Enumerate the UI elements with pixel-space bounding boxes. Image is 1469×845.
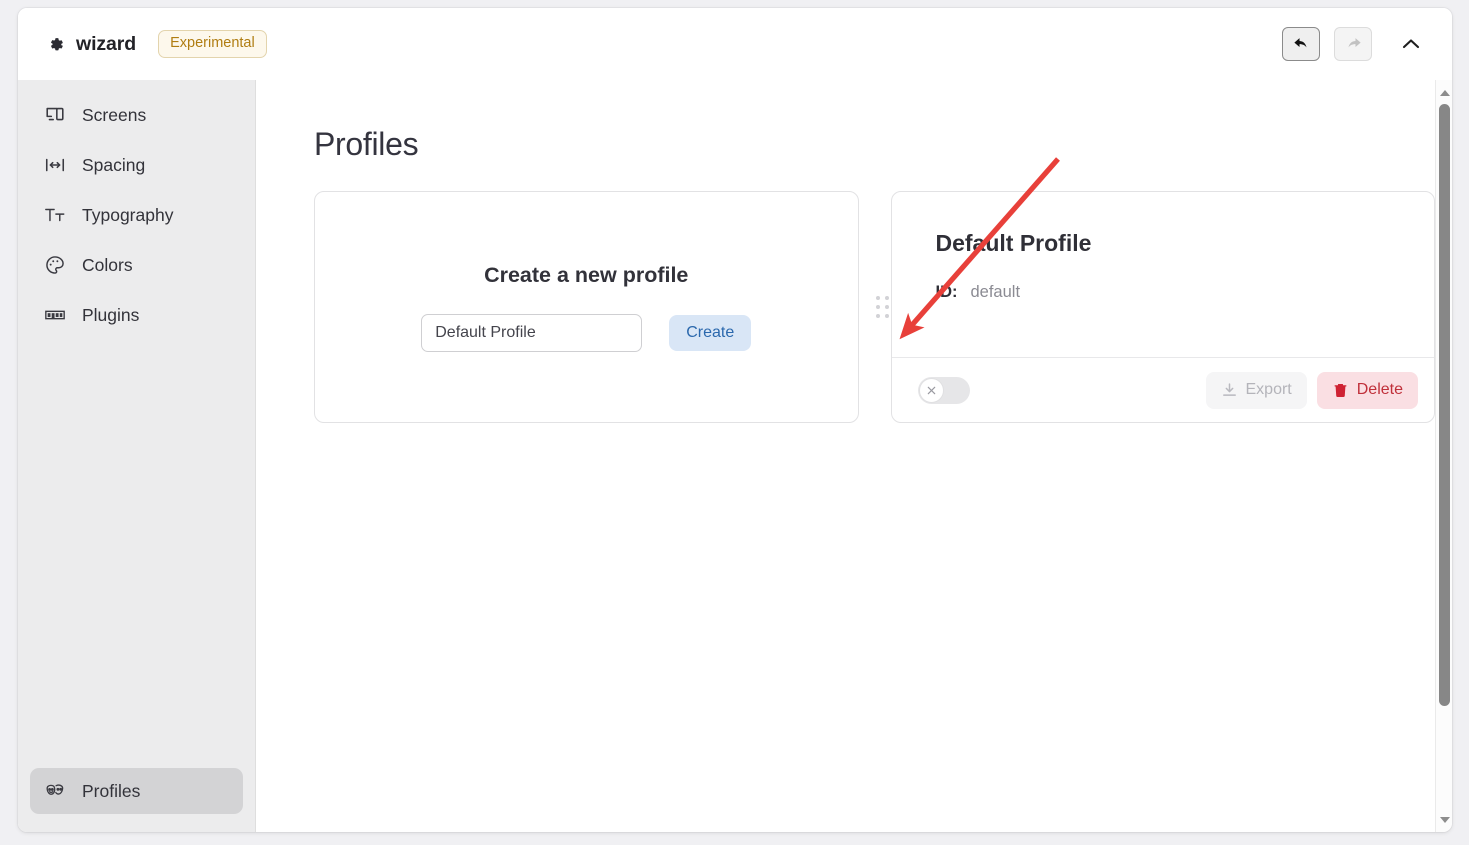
sidebar-item-label: Plugins xyxy=(82,304,140,325)
sidebar-item-spacing[interactable]: Spacing xyxy=(30,142,243,188)
profile-name-input[interactable] xyxy=(421,313,643,352)
redo-arrow-icon xyxy=(1344,35,1363,54)
status-badge: Experimental xyxy=(158,30,267,58)
create-profile-row: Create xyxy=(421,313,752,352)
sidebar-item-label: Profiles xyxy=(82,780,141,801)
export-button[interactable]: Export xyxy=(1205,371,1307,409)
sidebar-item-plugins[interactable]: Plugins xyxy=(30,292,243,338)
delete-label: Delete xyxy=(1356,381,1403,398)
export-label: Export xyxy=(1245,381,1292,398)
app-body: Screens Spacing Typography Colors Plugin… xyxy=(18,80,1452,832)
sidebar-item-label: Spacing xyxy=(82,154,146,175)
undo-arrow-icon xyxy=(1292,35,1311,54)
gear-icon xyxy=(46,35,65,54)
scroll-down-arrow-icon[interactable] xyxy=(1436,811,1452,828)
vertical-scrollbar[interactable] xyxy=(1435,80,1452,832)
app-window: wizard Experimental Screens Spacing Typo… xyxy=(18,8,1452,832)
sidebar-item-label: Typography xyxy=(82,204,174,225)
download-icon xyxy=(1221,382,1238,399)
create-profile-heading: Create a new profile xyxy=(484,262,689,287)
scroll-up-arrow-icon[interactable] xyxy=(1436,84,1452,101)
chevron-up-icon xyxy=(1399,32,1423,56)
profile-id-label: ID: xyxy=(935,283,958,301)
app-brand: wizard Experimental xyxy=(46,30,267,58)
page-title: Profiles xyxy=(314,126,419,162)
masks-icon xyxy=(43,779,67,803)
sidebar-item-colors[interactable]: Colors xyxy=(30,242,243,288)
app-name: wizard xyxy=(76,32,137,55)
profile-active-toggle[interactable] xyxy=(917,376,970,404)
redo-button[interactable] xyxy=(1334,27,1372,61)
profile-name: Default Profile xyxy=(935,230,1092,256)
create-button[interactable]: Create xyxy=(669,314,752,351)
profiles-cards-row: Create a new profile Create Default Prof… xyxy=(314,191,1435,423)
sidebar-item-screens[interactable]: Screens xyxy=(30,92,243,138)
close-x-icon xyxy=(926,385,937,396)
delete-button[interactable]: Delete xyxy=(1316,371,1418,409)
profile-card: Default Profile ID: default Export Delet… xyxy=(875,191,1435,423)
collapse-button[interactable] xyxy=(1392,27,1430,61)
sidebar-item-label: Colors xyxy=(82,254,133,275)
title-bar: wizard Experimental xyxy=(18,8,1452,80)
screens-icon xyxy=(43,103,67,127)
sidebar: Screens Spacing Typography Colors Plugin… xyxy=(18,80,256,832)
titlebar-actions xyxy=(1282,27,1430,61)
scrollbar-thumb[interactable] xyxy=(1439,104,1450,706)
palette-icon xyxy=(43,253,67,277)
toggle-knob xyxy=(918,377,944,403)
main-content: Profiles Create a new profile Create xyxy=(256,80,1435,832)
sidebar-item-profiles[interactable]: Profiles xyxy=(30,768,243,814)
create-profile-card: Create a new profile Create xyxy=(314,191,859,423)
profile-card-footer: Export Delete xyxy=(891,357,1434,422)
drag-handle-icon[interactable] xyxy=(875,296,889,318)
spacing-icon xyxy=(43,153,67,177)
typography-icon xyxy=(43,203,67,227)
profile-id-row: ID: default xyxy=(936,283,1435,302)
sidebar-item-label: Screens xyxy=(82,104,147,125)
trash-icon xyxy=(1332,382,1349,399)
profile-card-body: Default Profile ID: default xyxy=(892,192,1435,357)
undo-button[interactable] xyxy=(1282,27,1320,61)
profile-id-value: default xyxy=(970,283,1021,301)
npm-icon xyxy=(43,303,67,327)
sidebar-item-typography[interactable]: Typography xyxy=(30,192,243,238)
